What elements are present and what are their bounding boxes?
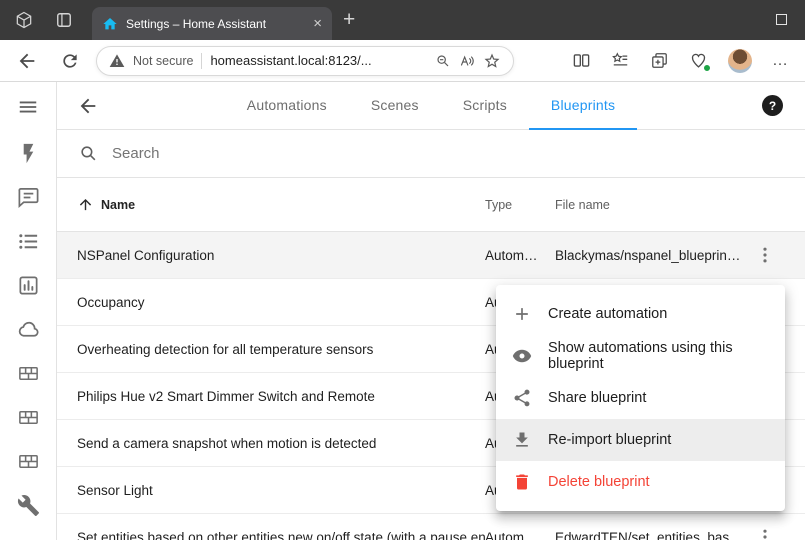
section-tabs: Automations Scenes Scripts Blueprints	[57, 82, 805, 130]
tab-close-icon[interactable]: ×	[313, 16, 322, 31]
read-aloud-icon[interactable]	[459, 53, 475, 69]
security-label[interactable]: Not secure	[133, 54, 193, 68]
browser-tab[interactable]: Settings – Home Assistant ×	[92, 7, 332, 40]
not-secure-warning-icon[interactable]	[109, 53, 125, 69]
menu-item-label: Share blueprint	[548, 390, 646, 406]
wrench-icon[interactable]	[17, 494, 40, 517]
wall-icon-3[interactable]	[17, 450, 40, 473]
menu-item-share-blueprint[interactable]: Share blueprint	[496, 377, 785, 419]
collections-icon[interactable]	[650, 51, 669, 70]
tab-actions-icon[interactable]	[54, 10, 74, 30]
cloud-icon[interactable]	[17, 318, 40, 341]
row-file: Blackymas/nspanel_blueprin…	[555, 248, 745, 263]
row-name: Send a camera snapshot when motion is de…	[57, 436, 485, 451]
column-header-file[interactable]: File name	[555, 198, 745, 212]
browser-essentials-icon[interactable]	[689, 51, 708, 70]
tab-title: Settings – Home Assistant	[126, 17, 307, 31]
sort-ascending-icon	[77, 196, 94, 213]
row-name: Overheating detection for all temperatur…	[57, 342, 485, 357]
new-tab-button[interactable]: +	[343, 7, 355, 32]
address-separator	[201, 53, 202, 69]
menu-item-show-automations[interactable]: Show automations using this blueprint	[496, 335, 785, 377]
menu-item-reimport-blueprint[interactable]: Re-import blueprint	[496, 419, 785, 461]
download-icon	[512, 430, 532, 450]
tab-blueprints[interactable]: Blueprints	[529, 82, 637, 130]
delete-icon	[512, 472, 532, 492]
more-menu-icon[interactable]: …	[772, 53, 789, 69]
wall-icon-2[interactable]	[17, 406, 40, 429]
menu-item-label: Show automations using this blueprint	[548, 340, 769, 372]
workspaces-icon[interactable]	[14, 10, 34, 30]
column-name-label: Name	[101, 198, 135, 212]
history-chart-icon[interactable]	[17, 274, 40, 297]
status-dot	[703, 64, 711, 72]
row-type: Autom…	[485, 530, 555, 540]
menu-item-create-automation[interactable]: Create automation	[496, 293, 785, 335]
zoom-out-icon[interactable]	[435, 53, 451, 69]
row-type: Autom…	[485, 248, 555, 263]
hamburger-menu-icon[interactable]	[17, 96, 39, 118]
column-header-type[interactable]: Type	[485, 198, 555, 212]
screen: Settings – Home Assistant × + Not secure…	[0, 0, 805, 540]
energy-flash-icon[interactable]	[17, 142, 40, 165]
browser-back-icon[interactable]	[16, 50, 38, 72]
menu-item-delete-blueprint[interactable]: Delete blueprint	[496, 461, 785, 503]
plus-icon	[512, 304, 532, 324]
table-header: Name Type File name	[57, 178, 805, 232]
row-menu-button[interactable]	[755, 527, 775, 540]
profile-avatar[interactable]	[728, 49, 752, 73]
context-menu: Create automation Show automations using…	[496, 285, 785, 511]
eye-icon	[512, 346, 532, 366]
back-arrow-icon[interactable]	[77, 95, 99, 117]
ha-appbar: Automations Scenes Scripts Blueprints ?	[57, 82, 805, 130]
row-file: EdwardTEN/set_entities_bas…	[555, 530, 745, 540]
tab-scenes[interactable]: Scenes	[349, 82, 441, 130]
maximize-button[interactable]	[776, 14, 787, 25]
search-icon	[79, 144, 98, 163]
assist-chat-icon[interactable]	[17, 186, 40, 209]
split-screen-icon[interactable]	[572, 51, 591, 70]
favorites-icon[interactable]	[611, 51, 630, 70]
table-row[interactable]: NSPanel Configuration Autom… Blackymas/n…	[57, 232, 805, 279]
search-input[interactable]	[112, 145, 472, 162]
address-bar[interactable]: Not secure homeassistant.local:8123/...	[96, 46, 514, 76]
tab-scripts[interactable]: Scripts	[441, 82, 529, 130]
help-icon[interactable]: ?	[762, 95, 783, 116]
row-menu-button[interactable]	[755, 245, 775, 265]
row-name: Set entities based on other entities new…	[57, 530, 485, 540]
search-row	[57, 130, 805, 178]
row-name: Occupancy	[57, 295, 485, 310]
row-name: NSPanel Configuration	[57, 248, 485, 263]
share-icon	[512, 388, 532, 408]
table-row[interactable]: Set entities based on other entities new…	[57, 514, 805, 540]
home-assistant-logo-icon	[102, 16, 118, 32]
wall-icon-1[interactable]	[17, 362, 40, 385]
favorite-star-icon[interactable]	[483, 52, 501, 70]
column-header-name[interactable]: Name	[57, 196, 485, 213]
browser-refresh-icon[interactable]	[60, 51, 80, 71]
browser-titlebar: Settings – Home Assistant × +	[0, 0, 805, 40]
url-text[interactable]: homeassistant.local:8123/...	[210, 53, 427, 68]
row-name: Sensor Light	[57, 483, 485, 498]
row-name: Philips Hue v2 Smart Dimmer Switch and R…	[57, 389, 485, 404]
ha-sidebar	[0, 82, 57, 540]
todo-list-icon[interactable]	[17, 230, 40, 253]
menu-item-label: Re-import blueprint	[548, 432, 671, 448]
menu-item-label: Delete blueprint	[548, 474, 650, 490]
menu-item-label: Create automation	[548, 306, 667, 322]
tab-automations[interactable]: Automations	[225, 82, 349, 130]
browser-toolbar: Not secure homeassistant.local:8123/... …	[0, 40, 805, 82]
